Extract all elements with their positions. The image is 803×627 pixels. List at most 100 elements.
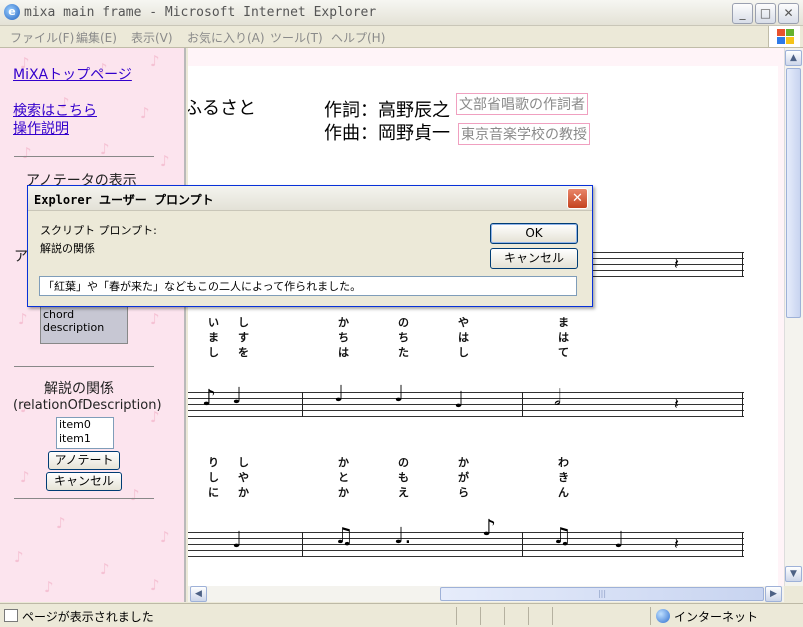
lyric-syllable: が [458, 471, 469, 484]
rest-icon: 𝄽 [674, 254, 679, 273]
menu-edit[interactable]: 編集(E) [76, 29, 117, 46]
lyric-syllable: ら [458, 486, 469, 499]
lyric-syllable: し [208, 346, 219, 359]
lyric-syllable: の [398, 456, 409, 469]
lyric-syllable: ま [558, 316, 569, 329]
song-title: ふるさと [188, 98, 256, 119]
divider [14, 498, 154, 499]
rest-icon: 𝄽 [674, 394, 679, 413]
divider [14, 156, 154, 157]
lyric-syllable: に [208, 486, 219, 499]
list-item[interactable]: chord [43, 308, 127, 321]
composer-label: 作曲： [324, 123, 378, 144]
horizontal-scroll-thumb[interactable]: ||| [440, 587, 764, 601]
link-mixa-top[interactable]: MiXAトップページ [13, 64, 132, 84]
lyric-syllable: や [238, 471, 249, 484]
script-prompt-label: スクリプト プロンプト: [40, 224, 157, 237]
composer-name: 岡野貞一 [378, 123, 450, 144]
window-title: mixa main frame - Microsoft Internet Exp… [24, 5, 377, 20]
list-item[interactable]: item0 [59, 418, 113, 432]
staff-line-3: ♩ ♫ ♩. ♪ ♫ ♩ 𝄽 [188, 516, 744, 557]
lyric-syllable: ま [208, 331, 219, 344]
lyric-syllable: か [458, 456, 469, 469]
dialog-close-icon[interactable]: ✕ [567, 188, 588, 209]
partial-label: ア [14, 249, 28, 265]
relation-item-list[interactable]: item0 item1 [56, 417, 114, 449]
note-icon: ♩ [232, 528, 243, 553]
ok-button[interactable]: OK [490, 223, 578, 244]
menu-tools[interactable]: ツール(T) [270, 29, 323, 46]
status-text: ページが表示されました [22, 610, 154, 624]
lyric-syllable: り [208, 456, 219, 469]
menu-favorites[interactable]: お気に入り(A) [187, 29, 265, 46]
menu-view[interactable]: 表示(V) [131, 29, 173, 46]
lyric-syllable: も [398, 471, 409, 484]
lyric-syllable: は [338, 346, 349, 359]
link-instructions[interactable]: 操作説明 [13, 118, 69, 138]
lyric-syllable: か [338, 316, 349, 329]
note-icon: ♩ [394, 382, 405, 407]
vertical-scroll-thumb[interactable] [786, 68, 801, 318]
lyric-syllable: ち [338, 331, 349, 344]
left-cancel-button[interactable]: キャンセル [46, 472, 122, 491]
lyric-syllable: は [558, 331, 569, 344]
note-icon: ♩ [454, 388, 465, 413]
composer-annotation[interactable]: 東京音楽学校の教授 [458, 123, 590, 145]
scroll-down-button[interactable]: ▼ [785, 566, 802, 582]
lyric-syllable: わ [558, 456, 569, 469]
internet-zone-icon [656, 609, 670, 623]
scroll-up-button[interactable]: ▲ [785, 50, 802, 66]
note-icon: ♪ [202, 386, 217, 411]
staff-line-2: ♪ ♩ ♩ ♩ ♩ 𝅗𝅥 𝄽 [188, 382, 744, 417]
scroll-right-button[interactable]: ▶ [765, 586, 782, 602]
note-icon: ♩ [614, 528, 625, 553]
dialog-title-bar: Explorer ユーザー プロンプト ✕ [28, 186, 592, 211]
list-item[interactable]: item1 [59, 432, 113, 446]
lyric-syllable: し [238, 456, 249, 469]
note-icon: ♩ [232, 384, 243, 409]
link-search[interactable]: 検索はこちら [13, 100, 97, 120]
beamed-notes-icon: ♫ [552, 524, 572, 549]
lyric-syllable: を [238, 346, 249, 359]
windows-logo-icon [768, 26, 800, 47]
dialog-cancel-button[interactable]: キャンセル [490, 248, 578, 269]
beamed-notes-icon: ♫ [334, 524, 354, 549]
lyric-syllable: い [208, 316, 219, 329]
half-note-icon: 𝅗𝅥 [554, 386, 561, 411]
lyric-syllable: し [458, 346, 469, 359]
ie-window: e mixa main frame - Microsoft Internet E… [0, 0, 803, 627]
lyric-syllable: や [458, 316, 469, 329]
minimize-button[interactable]: _ [732, 3, 753, 24]
lyric-syllable: の [398, 316, 409, 329]
lyric-syllable: と [338, 471, 349, 484]
score-page: ふるさと 作詞： 高野辰之 文部省唱歌の作詞者 作曲： 岡野貞一 東京音楽学校の… [188, 66, 778, 586]
lyric-syllable: し [208, 471, 219, 484]
dialog-title: Explorer ユーザー プロンプト [34, 193, 214, 207]
close-button[interactable]: ✕ [778, 3, 799, 24]
prompt-input[interactable] [39, 276, 577, 296]
menu-file[interactable]: ファイル(F) [10, 29, 74, 46]
status-bar: ページが表示されました インターネット [0, 603, 803, 627]
prompt-question: 解説の関係 [40, 242, 95, 255]
list-item[interactable]: description [43, 321, 127, 334]
lyric-syllable: え [398, 486, 409, 499]
relation-heading: 解説の関係 [44, 381, 114, 397]
user-prompt-dialog: Explorer ユーザー プロンプト ✕ スクリプト プロンプト: 解説の関係… [27, 185, 593, 307]
horizontal-scrollbar[interactable]: ◀ ||| ▶ [188, 586, 784, 602]
lyric-syllable: か [338, 456, 349, 469]
page-icon [4, 609, 18, 622]
note-icon: ♪ [482, 516, 497, 541]
lyric-syllable: し [238, 316, 249, 329]
menu-help[interactable]: ヘルプ(H) [331, 29, 385, 46]
note-icon: ♩. [394, 524, 412, 549]
scroll-left-button[interactable]: ◀ [190, 586, 207, 602]
scrollbar-corner [784, 586, 803, 602]
lyricist-annotation[interactable]: 文部省唱歌の作詞者 [456, 93, 588, 115]
maximize-button[interactable]: □ [755, 3, 776, 24]
divider [14, 366, 154, 367]
relation-heading-en: (relationOfDescription) [13, 398, 162, 413]
annotate-button[interactable]: アノテート [48, 451, 120, 470]
note-icon: ♩ [334, 382, 345, 407]
vertical-scrollbar[interactable]: ▲ ▼ [784, 48, 803, 586]
lyric-syllable: は [458, 331, 469, 344]
